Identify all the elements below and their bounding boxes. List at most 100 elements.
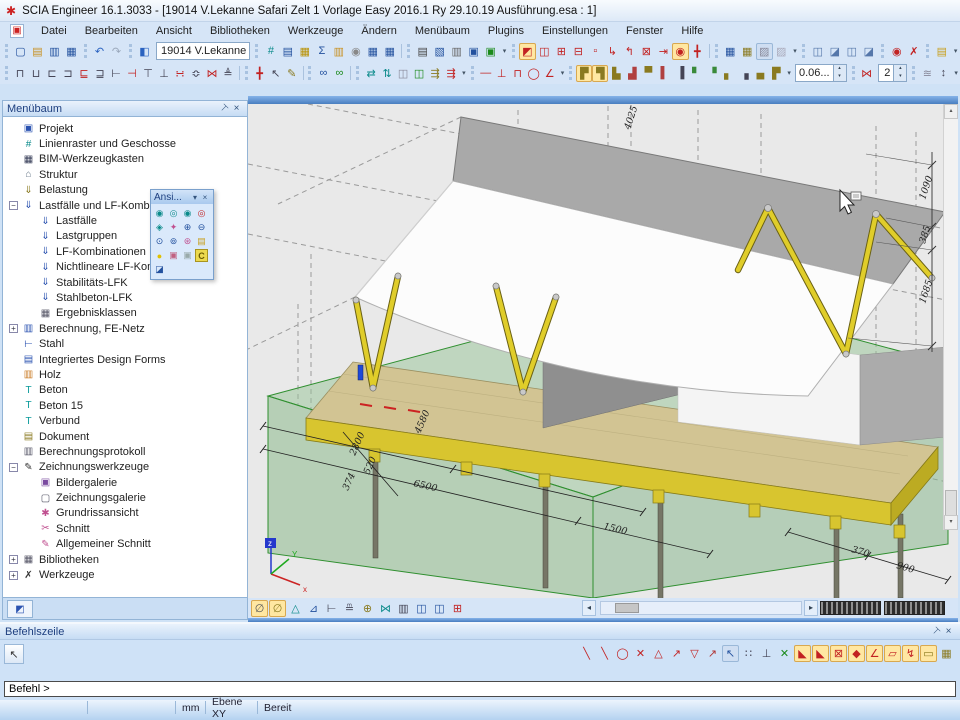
numbering-icon[interactable]: ▥ [395,600,412,617]
break-icon[interactable]: ⊑ [76,65,92,82]
ortho-icon[interactable]: ⊥ [758,645,775,662]
filter-on-icon[interactable]: ▨ [756,43,773,60]
view-clip-icon[interactable]: ∅ [251,600,268,617]
document-icon[interactable]: ▥ [448,43,465,60]
tree-item[interactable]: ✂Schnitt [3,521,247,536]
tree-item[interactable]: ✎Allgemeiner Schnitt [3,537,247,552]
toolbar-overflow-icon[interactable]: ▾ [952,69,960,77]
tree-item[interactable]: ⌂Struktur [3,167,247,182]
snap-endpoint-icon[interactable]: ◣ [794,645,811,662]
snap-node-icon[interactable]: ◣ [812,645,829,662]
settings-wheel-icon[interactable]: ◉ [347,43,364,60]
zoom-selection-icon[interactable]: ⊛ [181,235,194,248]
viewport-vscrollbar[interactable]: ▴ ▾ [943,104,958,530]
tree-item[interactable]: ▥Holz [3,367,247,382]
view-x-icon[interactable]: ◉ [153,207,166,220]
walk-through-icon[interactable]: ✦ [167,221,180,234]
visibility-icon[interactable]: ◉ [888,43,905,60]
copy-icon[interactable]: ◫ [395,65,411,82]
toolbar-overflow-icon[interactable]: ▾ [951,47,960,55]
layer-b-icon[interactable]: ▝ [704,65,720,82]
select-line-icon[interactable]: ⊞ [553,43,570,60]
view-angle-icon[interactable]: ◈ [153,221,166,234]
hot-cursor-icon[interactable]: ↖ [268,65,284,82]
tree-item[interactable]: TVerbund [3,413,247,428]
scroll-up-icon[interactable]: ▴ [944,104,958,119]
stretch-icon[interactable]: ∺ [172,65,188,82]
joint-icon[interactable]: ⋈ [377,600,394,617]
snap-midpoint-icon[interactable]: ◆ [848,645,865,662]
save-all-icon[interactable]: ▦ [63,43,80,60]
toolbar-overflow-icon[interactable]: ▾ [785,69,793,77]
array-polar-icon[interactable]: ⇶ [443,65,459,82]
menu-item[interactable]: Datei [32,23,76,39]
measure-icon[interactable]: ▭ [920,645,937,662]
menu-item[interactable]: Ansicht [147,23,201,39]
calculator-icon[interactable]: ▦ [296,43,313,60]
select-restore-icon[interactable]: ↰ [621,43,638,60]
circle-icon[interactable]: ◯ [526,65,542,82]
filter-off-icon[interactable]: ▨ [773,43,790,60]
perspective-icon[interactable]: ◪ [153,263,166,276]
snap-tri-icon[interactable]: △ [650,645,667,662]
deform-scale-icon[interactable]: ⋈ [859,65,875,82]
spinner-stepper[interactable]: ▴▾ [833,65,846,81]
line-icon[interactable]: — [478,65,494,82]
calc-pad-icon[interactable]: ▦ [938,645,955,662]
layer-activity-icon[interactable]: ▛ [576,65,592,82]
snap-off-icon[interactable]: ✕ [632,645,649,662]
paste-properties-icon[interactable]: ◪ [860,43,877,60]
move-vertical-icon[interactable]: ⇅ [379,65,395,82]
layer-a-icon[interactable]: ▘ [688,65,704,82]
view-clip-box-icon[interactable]: ∅ [269,600,286,617]
layer-right-icon[interactable]: ▐ [672,65,688,82]
undo-icon[interactable]: ↶ [91,43,108,60]
select-target-icon[interactable]: ╋ [689,43,706,60]
image-save-icon[interactable]: ▣ [167,249,180,262]
image-load-icon[interactable]: ▣ [181,249,194,262]
tree-item[interactable]: ▦Ergebnisklassen [3,306,247,321]
palette-close-icon[interactable]: × [200,193,210,202]
snap-mid-icon[interactable]: ╲ [596,645,613,662]
tree-item[interactable]: TBeton 15 [3,398,247,413]
select-poly-icon[interactable]: ⊟ [570,43,587,60]
connect-icon[interactable]: ⋈ [204,65,220,82]
cross-snap-icon[interactable]: ✕ [776,645,793,662]
layer-left-icon[interactable]: ▌ [656,65,672,82]
tree-item[interactable]: +✗Werkzeuge [3,567,247,582]
redo-icon[interactable]: ↷ [108,43,125,60]
move-beam-icon[interactable]: ⊔ [28,65,44,82]
light-icon[interactable]: ● [153,249,166,262]
tree-item[interactable]: ▣Projekt [3,121,247,136]
table-input-icon[interactable]: ▦ [364,43,381,60]
toolbar-overflow-icon[interactable]: ▾ [460,69,468,77]
tree-item[interactable]: ▤Dokument [3,429,247,444]
menu-item[interactable]: Fenster [617,23,672,39]
select-prev-icon[interactable]: ↳ [604,43,621,60]
select-invert-icon[interactable]: ⇥ [655,43,672,60]
hscroll-right-icon[interactable]: ▸ [804,600,818,616]
snap-arc-icon[interactable]: ↯ [902,645,919,662]
flag-icon[interactable]: ⊢ [323,600,340,617]
export-folder-icon[interactable]: ▤ [933,43,950,60]
tree-item[interactable]: +▥Berechnung, FE-Netz [3,321,247,336]
scale-spinner[interactable]: 0.06... ▴▾ [795,64,847,82]
pointer-mode-button[interactable]: ↖ [4,644,24,664]
tree-item[interactable]: −✎Zeichnungswerkzeuge [3,460,247,475]
hscroll-left-icon[interactable]: ◂ [582,600,596,616]
copy-properties-icon[interactable]: ◫ [843,43,860,60]
hscrollbar-thumb[interactable] [615,603,639,613]
menu-item[interactable]: Ändern [352,23,405,39]
select-single-icon[interactable]: ◩ [519,43,536,60]
frame-icon[interactable]: ⊓ [510,65,526,82]
viewport-hscrollbar[interactable] [600,601,802,615]
view-z-icon[interactable]: ◉ [181,207,194,220]
curve-icon[interactable]: ⊐ [60,65,76,82]
menu-item[interactable]: Hilfe [672,23,712,39]
menu-item[interactable]: Bearbeiten [76,23,147,39]
binoculars-icon[interactable]: ∞ [315,65,331,82]
render-icon[interactable]: ⊕ [359,600,376,617]
expand-icon[interactable]: + [9,324,18,333]
layer-top-icon[interactable]: ▀ [640,65,656,82]
tree-tab[interactable]: ◩ [7,600,33,618]
